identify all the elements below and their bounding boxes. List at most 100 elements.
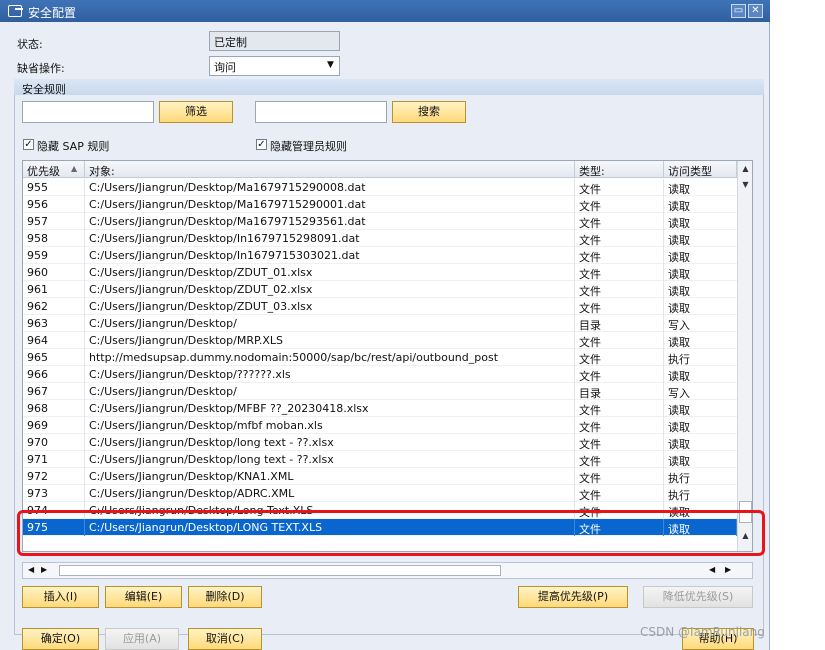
table-cell: C:/Users/Jiangrun/Desktop/ZDUT_01.xlsx (85, 264, 575, 281)
column-header-priority[interactable]: 优先级 ▲ (23, 161, 85, 178)
table-cell: 文件 (575, 196, 664, 213)
table-cell: 967 (23, 383, 85, 400)
table-cell: 文件 (575, 417, 664, 434)
scroll-right-icon[interactable]: ▶ (41, 565, 47, 574)
sort-ascending-icon: ▲ (71, 164, 78, 173)
table-cell: 960 (23, 264, 85, 281)
table-row[interactable]: 967 C:/Users/Jiangrun/Desktop/目录 写入 (23, 383, 737, 400)
scroll-left-icon[interactable]: ◀ (709, 565, 715, 574)
insert-button[interactable]: 插入(I) (22, 586, 99, 608)
hide-sap-rules-label: 隐藏 SAP 规则 (37, 140, 110, 153)
title-bar[interactable]: 安全配置 ▭ ✕ (0, 0, 770, 22)
table-row[interactable]: 963 C:/Users/Jiangrun/Desktop/目录 写入 (23, 315, 737, 332)
table-row[interactable]: 968 C:/Users/Jiangrun/Desktop/MFBF ??_202… (23, 400, 737, 417)
table-cell: 读取 (668, 370, 690, 383)
horizontal-scroll-thumb[interactable] (59, 565, 501, 576)
table-row[interactable]: 971 C:/Users/Jiangrun/Desktop/long text -… (23, 451, 737, 468)
search-input[interactable] (255, 101, 387, 123)
rules-table: 优先级 ▲ 对象: 类型: 访问类型 955 C:/Users/Jiangrun/… (22, 160, 753, 552)
filter-input[interactable] (22, 101, 154, 123)
horizontal-scrollbar[interactable]: ◀ ▶ ◀ ▶ (22, 562, 753, 579)
table-row[interactable]: 972 C:/Users/Jiangrun/Desktop/KNA1.XML 文件执… (23, 468, 737, 485)
table-cell: 968 (23, 400, 85, 417)
search-button[interactable]: 搜索 (392, 101, 466, 123)
table-cell: 读取 (668, 200, 690, 213)
table-cell: 读取 (668, 302, 690, 315)
table-cell: 文件 (575, 400, 664, 417)
table-row[interactable]: 959 C:/Users/Jiangrun/Desktop/In167971530… (23, 247, 737, 264)
table-cell: 读取 (668, 234, 690, 247)
hide-admin-rules-label: 隐藏管理员规则 (270, 140, 347, 153)
table-cell: 955 (23, 179, 85, 196)
table-row[interactable]: 960 C:/Users/Jiangrun/Desktop/ZDUT_01.xls… (23, 264, 737, 281)
status-field: 已定制 (209, 31, 340, 51)
watermark: CSDN @IamRunjiang (640, 625, 765, 639)
column-header-object[interactable]: 对象: (85, 161, 575, 178)
table-cell: 执行 (668, 353, 690, 366)
table-cell: 文件 (575, 451, 664, 468)
delete-button[interactable]: 删除(D) (188, 586, 262, 608)
table-cell: C:/Users/Jiangrun/Desktop/ZDUT_03.xlsx (85, 298, 575, 315)
red-highlight-annotation (17, 510, 765, 556)
table-cell: 文件 (575, 281, 664, 298)
maximize-icon[interactable]: ▭ (731, 4, 746, 18)
hide-sap-rules-checkbox[interactable]: ✓ (23, 139, 34, 150)
table-cell: 文件 (575, 230, 664, 247)
default-operation-select[interactable]: 询问 ▼ (209, 56, 340, 76)
table-cell: C:/Users/Jiangrun/Desktop/Ma167971529000… (85, 179, 575, 196)
table-cell: C:/Users/Jiangrun/Desktop/long text - ??… (85, 451, 575, 468)
table-row[interactable]: 962 C:/Users/Jiangrun/Desktop/ZDUT_03.xls… (23, 298, 737, 315)
edit-button[interactable]: 编辑(E) (105, 586, 182, 608)
table-cell: 读取 (668, 336, 690, 349)
table-cell: 读取 (668, 251, 690, 264)
column-header-type[interactable]: 类型: (575, 161, 664, 178)
table-cell: 目录 (575, 383, 664, 400)
table-cell: 971 (23, 451, 85, 468)
vertical-scrollbar[interactable]: ▲ ▼ ▲ (737, 161, 752, 551)
hide-admin-rules-checkbox[interactable]: ✓ (256, 139, 267, 150)
table-cell: 文件 (575, 366, 664, 383)
table-row[interactable]: 961 C:/Users/Jiangrun/Desktop/ZDUT_02.xls… (23, 281, 737, 298)
table-row[interactable]: 969 C:/Users/Jiangrun/Desktop/mfbf moban.… (23, 417, 737, 434)
cancel-button[interactable]: 取消(C) (188, 628, 262, 650)
table-row[interactable]: 966 C:/Users/Jiangrun/Desktop/??????.xls 文… (23, 366, 737, 383)
table-row[interactable]: 958 C:/Users/Jiangrun/Desktop/In167971529… (23, 230, 737, 247)
table-cell: C:/Users/Jiangrun/Desktop/In167971530302… (85, 247, 575, 264)
table-cell: C:/Users/Jiangrun/Desktop/long text - ??… (85, 434, 575, 451)
ok-button[interactable]: 确定(O) (22, 628, 99, 650)
table-row[interactable]: 964 C:/Users/Jiangrun/Desktop/MRP.XLS 文件 读取 (23, 332, 737, 349)
table-cell: 970 (23, 434, 85, 451)
scroll-right-icon[interactable]: ▶ (725, 565, 731, 574)
apply-button[interactable]: 应用(A) (105, 628, 179, 650)
table-row[interactable]: 965 http://medsupsap.dummy.nodomain:50000… (23, 349, 737, 366)
table-row[interactable]: 957 C:/Users/Jiangrun/Desktop/Ma167971529… (23, 213, 737, 230)
table-cell: C:/Users/Jiangrun/Desktop/ZDUT_02.xlsx (85, 281, 575, 298)
table-row[interactable]: 970 C:/Users/Jiangrun/Desktop/long text -… (23, 434, 737, 451)
table-cell: 读取 (668, 438, 690, 451)
table-cell: 962 (23, 298, 85, 315)
scroll-up-icon[interactable]: ▲ (738, 162, 752, 176)
table-cell: 966 (23, 366, 85, 383)
table-cell: 文件 (575, 332, 664, 349)
table-cell: 文件 (575, 264, 664, 281)
table-cell: 文件 (575, 434, 664, 451)
table-row[interactable]: 955 C:/Users/Jiangrun/Desktop/Ma167971529… (23, 179, 737, 196)
column-header-access-type[interactable]: 访问类型 (664, 161, 737, 178)
table-cell: 958 (23, 230, 85, 247)
table-cell: 文件 (575, 349, 664, 366)
filter-button[interactable]: 筛选 (159, 101, 233, 123)
table-cell: C:/Users/Jiangrun/Desktop/ (85, 383, 575, 400)
table-row[interactable]: 956 C:/Users/Jiangrun/Desktop/Ma167971529… (23, 196, 737, 213)
lower-priority-button[interactable]: 降低优先级(S) (643, 586, 753, 608)
close-icon[interactable]: ✕ (748, 4, 763, 18)
scroll-left-icon[interactable]: ◀ (28, 565, 34, 574)
table-cell: http://medsupsap.dummy.nodomain:50000/sa… (85, 349, 575, 366)
table-cell: 执行 (668, 489, 690, 502)
default-operation-label: 缺省操作: (17, 62, 65, 75)
raise-priority-button[interactable]: 提高优先级(P) (518, 586, 628, 608)
scroll-down-icon[interactable]: ▼ (738, 178, 752, 192)
table-cell: C:/Users/Jiangrun/Desktop/Ma167971529000… (85, 196, 575, 213)
table-cell: 目录 (575, 315, 664, 332)
column-header-label: 优先级 (27, 165, 60, 178)
table-row[interactable]: 973 C:/Users/Jiangrun/Desktop/ADRC.XML 文件执… (23, 485, 737, 502)
